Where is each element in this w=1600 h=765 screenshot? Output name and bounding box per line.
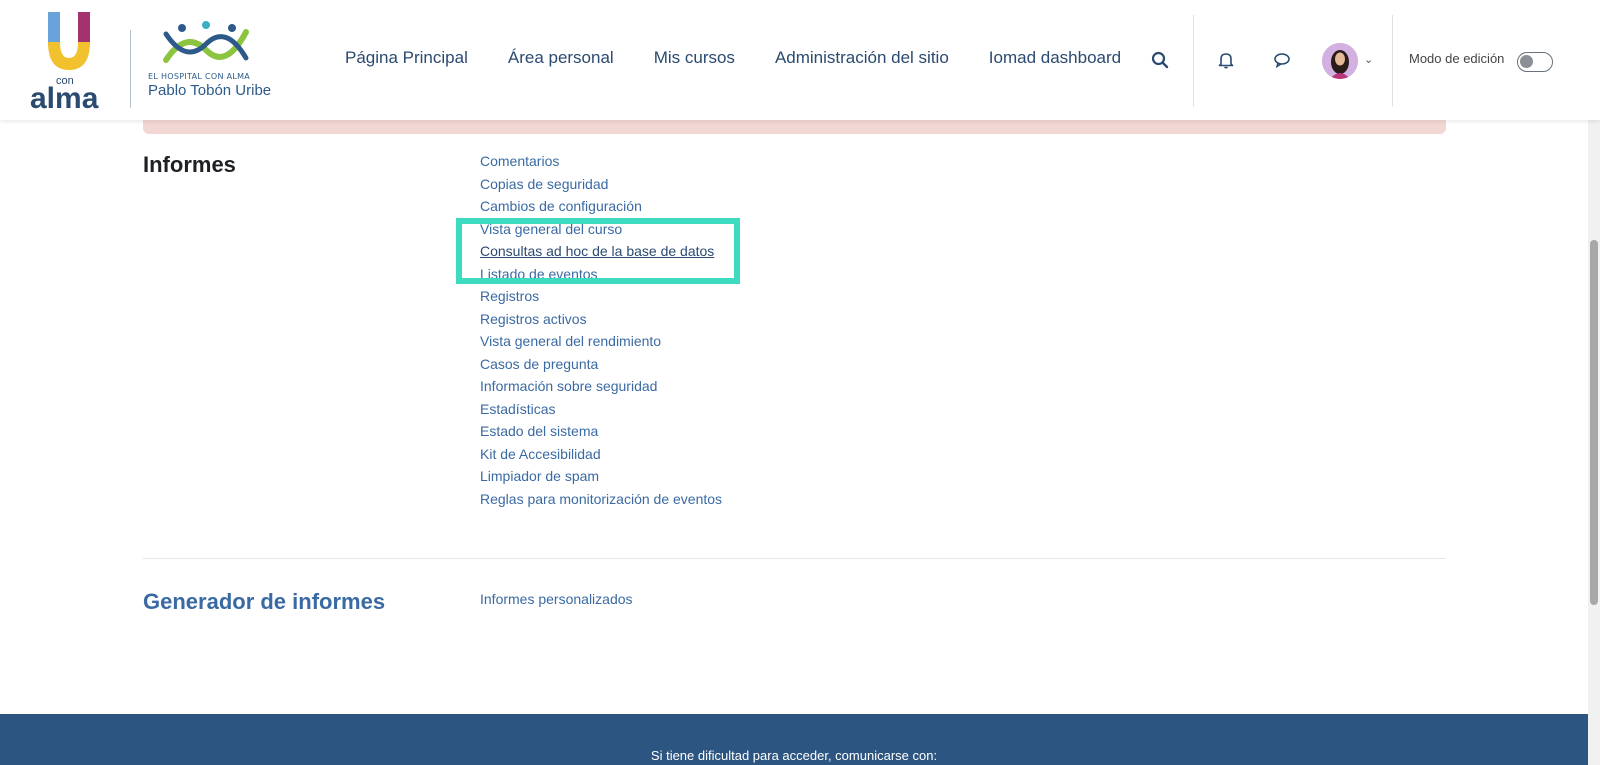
logo-divider <box>130 30 131 108</box>
footer: Si tiene dificultad para acceder, comuni… <box>0 714 1588 765</box>
edit-mode-label: Modo de edición <box>1409 51 1505 66</box>
search-icon[interactable] <box>1148 48 1172 72</box>
link-vista-general-curso[interactable]: Vista general del curso <box>480 218 722 241</box>
link-registros-activos[interactable]: Registros activos <box>480 308 722 331</box>
primary-navigation: Página Principal Área personal Mis curso… <box>345 48 1161 68</box>
link-copias-seguridad[interactable]: Copias de seguridad <box>480 173 722 196</box>
nav-home[interactable]: Página Principal <box>345 48 468 68</box>
link-comentarios[interactable]: Comentarios <box>480 150 722 173</box>
edit-mode-toggle[interactable] <box>1517 52 1553 72</box>
link-estado-sistema[interactable]: Estado del sistema <box>480 420 722 443</box>
hospital-logo[interactable]: EL HOSPITAL CON ALMA Pablo Tobón Uribe <box>146 20 271 105</box>
link-limpiador-spam[interactable]: Limpiador de spam <box>480 465 722 488</box>
reports-link-list: Comentarios Copias de seguridad Cambios … <box>480 150 722 510</box>
report-builder-link-list: Informes personalizados <box>480 588 633 611</box>
link-informacion-seguridad[interactable]: Información sobre seguridad <box>480 375 722 398</box>
nav-site-administration[interactable]: Administración del sitio <box>775 48 949 68</box>
link-cambios-configuracion[interactable]: Cambios de configuración <box>480 195 722 218</box>
bell-icon[interactable] <box>1214 48 1238 72</box>
link-estadisticas[interactable]: Estadísticas <box>480 398 722 421</box>
alert-strip <box>143 118 1446 134</box>
section-divider <box>143 558 1446 559</box>
avatar[interactable] <box>1322 43 1358 79</box>
link-informes-personalizados[interactable]: Informes personalizados <box>480 588 633 611</box>
svg-text:alma: alma <box>30 82 99 112</box>
chevron-down-icon[interactable]: ⌄ <box>1364 53 1373 66</box>
nav-personal-area[interactable]: Área personal <box>508 48 614 68</box>
link-vista-rendimiento[interactable]: Vista general del rendimiento <box>480 330 722 353</box>
page-scrollbar[interactable] <box>1588 120 1600 765</box>
link-registros[interactable]: Registros <box>480 285 722 308</box>
top-navbar: con alma EL HOSPITAL CON ALMA Pablo Tobó… <box>0 0 1600 120</box>
toggle-knob <box>1520 55 1533 68</box>
section-title-generador-informes[interactable]: Generador de informes <box>143 589 385 615</box>
link-reglas-monitorizacion[interactable]: Reglas para monitorización de eventos <box>480 488 722 511</box>
hospital-logo-name: Pablo Tobón Uribe <box>148 82 272 99</box>
link-consultas-ad-hoc[interactable]: Consultas ad hoc de la base de datos <box>480 240 722 263</box>
hospital-logo-tagline: EL HOSPITAL CON ALMA <box>148 72 251 81</box>
header-divider <box>1193 15 1194 107</box>
nav-iomad-dashboard[interactable]: Iomad dashboard <box>989 48 1121 68</box>
nav-my-courses[interactable]: Mis cursos <box>654 48 735 68</box>
header-divider <box>1392 15 1393 107</box>
footer-contact-text: Si tiene dificultad para acceder, comuni… <box>650 748 938 763</box>
link-kit-accesibilidad[interactable]: Kit de Accesibilidad <box>480 443 722 466</box>
scrollbar-thumb[interactable] <box>1590 240 1598 605</box>
u-con-alma-logo[interactable]: con alma <box>30 12 114 115</box>
chat-icon[interactable] <box>1270 48 1294 72</box>
section-title-informes: Informes <box>143 152 236 177</box>
link-listado-eventos[interactable]: Listado de eventos <box>480 263 722 286</box>
link-casos-pregunta[interactable]: Casos de pregunta <box>480 353 722 376</box>
